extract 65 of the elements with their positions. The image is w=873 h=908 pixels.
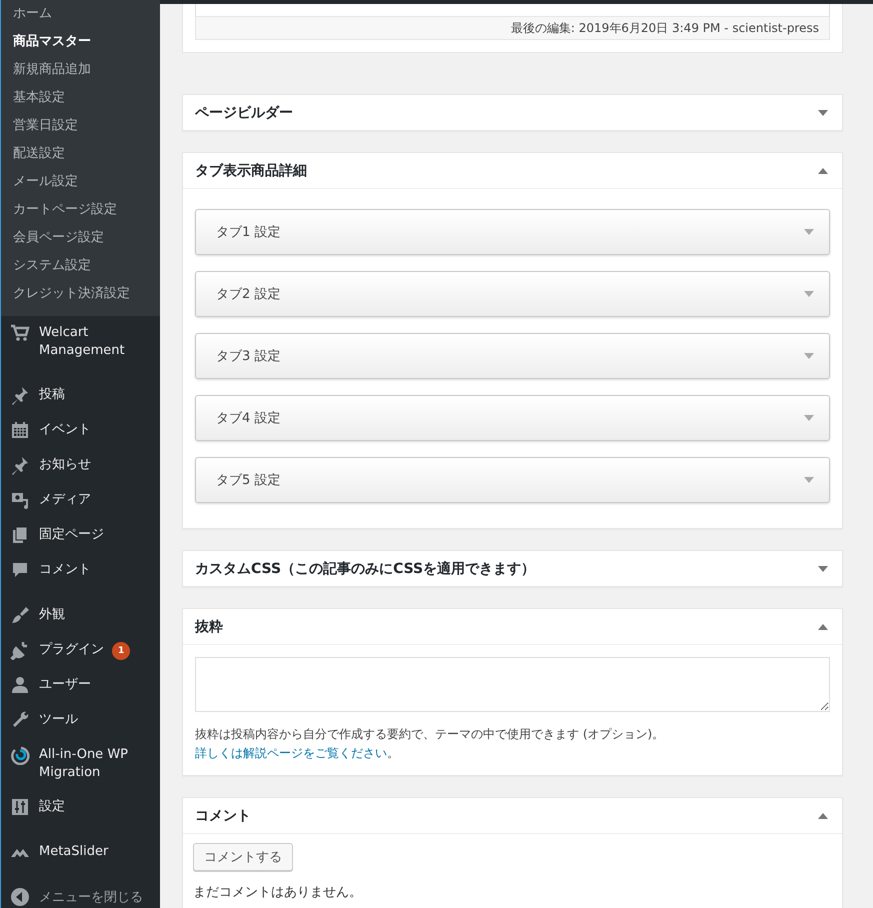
box-title: 抜粋 [195, 618, 223, 636]
pin-icon [10, 385, 30, 405]
menu-item[interactable]: 外観 [1, 598, 160, 633]
menu-item[interactable]: Welcart Management [1, 316, 160, 368]
no-comments-text: まだコメントはありません。 [193, 885, 363, 901]
collapse-arrow-icon[interactable] [818, 168, 828, 174]
sliders-icon [10, 797, 30, 817]
box-title: カスタムCSS（この記事のみにCSSを適用できます） [195, 560, 536, 578]
last-edited-text: 最後の編集: 2019年6月20日 3:49 PM - scientist-press [510, 21, 819, 35]
circular-arrow-icon [10, 745, 30, 765]
menu-item[interactable]: ユーザー [1, 668, 160, 703]
accordion-tab[interactable]: タブ3 設定 [195, 333, 830, 379]
box-title: ページビルダー [195, 104, 293, 122]
collapse-arrow-icon[interactable] [818, 624, 828, 630]
excerpt-hint: 抜粋は投稿内容から自分で作成する要約で、テーマの中で使用できます (オプション)。 詳しくは解説ページをご覧ください。 [195, 726, 666, 762]
menu-item[interactable]: 設定 [1, 790, 160, 825]
submenu-item[interactable]: ホーム [1, 0, 160, 28]
expand-arrow-icon[interactable] [804, 291, 814, 297]
pin-icon [10, 455, 30, 475]
submenu-item[interactable]: 配送設定 [1, 140, 160, 168]
expand-arrow-icon[interactable] [804, 229, 814, 235]
box-title: コメント [195, 806, 251, 824]
submenu-item[interactable]: 会員ページ設定 [1, 224, 160, 252]
accordion-tab[interactable]: タブ2 設定 [195, 271, 830, 317]
collapse-arrow-icon[interactable] [818, 812, 828, 818]
submenu-item[interactable]: システム設定 [1, 252, 160, 280]
menu-item[interactable]: All-in-One WP Migration [1, 738, 160, 790]
speech-bubble-icon [10, 560, 30, 580]
menu-item[interactable]: プラグイン 1 [1, 633, 160, 668]
brush-icon [10, 605, 30, 625]
plug-icon [10, 640, 30, 660]
menu-item[interactable]: お知らせ [1, 448, 160, 483]
submenu-item[interactable]: メール設定 [1, 168, 160, 196]
media-icon [10, 490, 30, 510]
menu-item[interactable]: ツール [1, 703, 160, 738]
expand-arrow-icon[interactable] [804, 477, 814, 483]
add-comment-button[interactable]: コメントする [193, 843, 293, 871]
expand-arrow-icon[interactable] [804, 415, 814, 421]
user-icon [10, 675, 30, 695]
menu-item[interactable]: 固定ページ [1, 518, 160, 553]
submenu-item[interactable]: 営業日設定 [1, 112, 160, 140]
editor-field[interactable] [195, 4, 830, 16]
calendar-icon [10, 420, 30, 440]
cart-icon [10, 323, 30, 343]
accordion-tab[interactable]: タブ1 設定 [195, 209, 830, 255]
menu-item[interactable]: MetaSlider [1, 835, 160, 870]
count-badge: 1 [112, 642, 130, 660]
submenu-item[interactable]: カートページ設定 [1, 196, 160, 224]
accordion-tab[interactable]: タブ4 設定 [195, 395, 830, 441]
submenu-item[interactable]: クレジット決済設定 [1, 280, 160, 308]
menu-item[interactable]: コメント [1, 553, 160, 588]
excerpt-field[interactable] [195, 657, 830, 712]
submenu-item[interactable]: 商品マスター [1, 28, 160, 56]
accordion-tab[interactable]: タブ5 設定 [195, 457, 830, 503]
box-title: タブ表示商品詳細 [195, 162, 307, 180]
collapse-menu-button[interactable]: メニューを閉じる [1, 880, 160, 908]
submenu-item[interactable]: 基本設定 [1, 84, 160, 112]
menu-item[interactable]: 投稿 [1, 378, 160, 413]
menu-item[interactable]: イベント [1, 413, 160, 448]
expand-arrow-icon[interactable] [804, 353, 814, 359]
help-link[interactable]: 詳しくは解説ページをご覧ください [195, 746, 387, 760]
expand-arrow-icon[interactable] [818, 110, 828, 116]
menu-item[interactable]: メディア [1, 483, 160, 518]
expand-arrow-icon[interactable] [818, 566, 828, 572]
submenu-item[interactable]: 新規商品追加 [1, 56, 160, 84]
